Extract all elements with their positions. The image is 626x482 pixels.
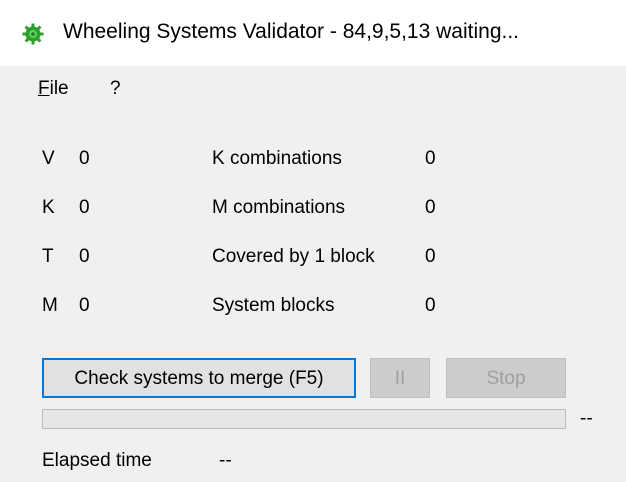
param-value-v: 0 — [79, 148, 90, 169]
menu-bar: File ? — [0, 66, 626, 116]
progress-bar — [42, 409, 566, 429]
stat-value-covered-by-1-block: 0 — [425, 246, 436, 267]
pause-button[interactable]: II — [370, 358, 430, 398]
stat-value-k-combinations: 0 — [425, 148, 436, 169]
green-gear-icon — [22, 23, 44, 45]
menu-file-label: ile — [49, 78, 69, 99]
check-systems-button[interactable]: Check systems to merge (F5) — [42, 358, 356, 398]
stat-value-m-combinations: 0 — [425, 197, 436, 218]
menu-file-accelerator: F — [38, 78, 50, 99]
stat-label-k-combinations: K combinations — [212, 148, 342, 169]
elapsed-time-label: Elapsed time — [42, 450, 152, 471]
stat-value-system-blocks: 0 — [425, 295, 436, 316]
param-value-k: 0 — [79, 197, 90, 218]
param-label-v: V — [42, 148, 55, 169]
param-label-m: M — [42, 295, 58, 316]
title-bar[interactable]: Wheeling Systems Validator - 84,9,5,13 w… — [0, 0, 626, 66]
param-label-k: K — [42, 197, 55, 218]
elapsed-time-value: -- — [219, 450, 232, 471]
stat-label-m-combinations: M combinations — [212, 197, 346, 218]
progress-text: -- — [580, 408, 593, 429]
menu-help[interactable]: ? — [110, 78, 121, 100]
param-value-m: 0 — [79, 295, 90, 316]
window-title: Wheeling Systems Validator - 84,9,5,13 w… — [63, 20, 520, 43]
param-label-t: T — [42, 246, 54, 267]
stop-button[interactable]: Stop — [446, 358, 566, 398]
param-value-t: 0 — [79, 246, 90, 267]
stat-label-system-blocks: System blocks — [212, 295, 335, 316]
stat-label-covered-by-1-block: Covered by 1 block — [212, 246, 375, 267]
menu-file[interactable]: File — [38, 78, 69, 100]
